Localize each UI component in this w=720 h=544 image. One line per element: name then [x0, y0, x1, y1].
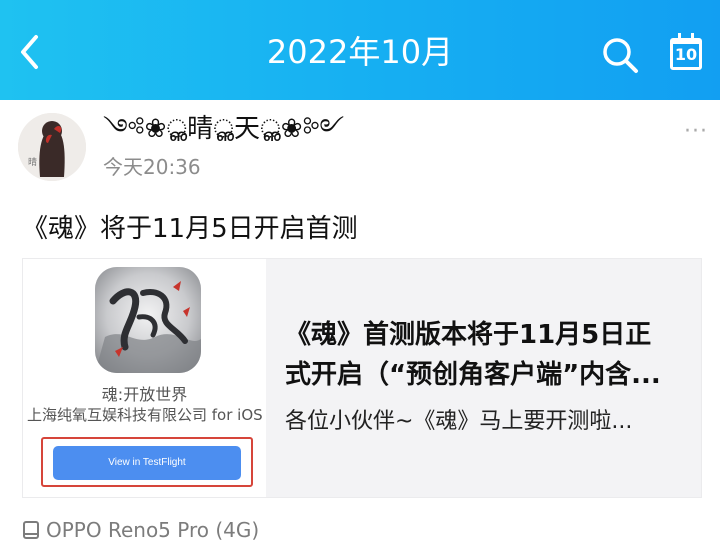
app-icon — [95, 267, 201, 373]
calendar-icon: 10 — [670, 33, 702, 70]
avatar-image: 晴 — [18, 113, 86, 181]
card-description: 各位小伙伴~《魂》马上要开测啦... — [285, 409, 633, 434]
app-company: 上海纯氧互娱科技有限公司 for iOS — [27, 406, 263, 424]
device-info: OPPO Reno5 Pro (4G) — [22, 516, 259, 544]
view-in-testflight-button[interactable]: View in TestFlight — [53, 446, 241, 480]
post-time: 今天20:36 — [103, 155, 201, 179]
phone-icon — [22, 520, 40, 540]
post-text: 《魂》将于11月5日开启首测 — [22, 214, 358, 244]
card-thumbnail: 魂:开放世界 上海纯氧互娱科技有限公司 for iOS View in Test… — [23, 259, 266, 497]
device-name: OPPO Reno5 Pro (4G) — [46, 518, 260, 542]
app-name: 魂:开放世界 — [101, 385, 188, 404]
search-icon — [603, 38, 638, 73]
card-title-line-2: 式开启（“预创角客户端”内含... — [285, 360, 661, 390]
author-name[interactable]: ༺❀ൢ晴ൢ天ൢ❀༻ — [103, 112, 344, 146]
avatar[interactable]: 晴 — [18, 113, 86, 181]
search-button[interactable] — [598, 33, 642, 77]
top-bar: 2022年10月 10 — [0, 0, 720, 100]
link-card[interactable]: 魂:开放世界 上海纯氧互娱科技有限公司 for iOS View in Test… — [22, 258, 702, 498]
svg-text:晴: 晴 — [28, 156, 37, 168]
calendar-button[interactable]: 10 — [664, 32, 708, 76]
card-title-line-1: 《魂》首测版本将于11月5日正 — [285, 320, 652, 350]
calendar-day: 10 — [674, 45, 698, 64]
more-options-button[interactable]: ··· — [684, 120, 720, 144]
card-title: 《魂》首测版本将于11月5日正 式开启（“预创角客户端”内含... — [285, 315, 685, 395]
